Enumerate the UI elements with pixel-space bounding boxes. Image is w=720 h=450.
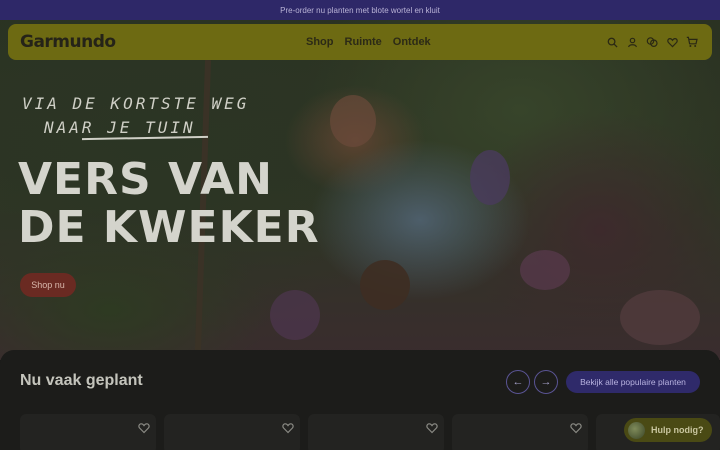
hero-plant-pot: [360, 260, 410, 310]
hero-flower: [520, 250, 570, 290]
main-nav: Shop Ruimte Ontdek: [306, 24, 431, 60]
arrow-right-icon: →: [540, 376, 552, 388]
section-title: Nu vaak geplant: [20, 372, 143, 389]
view-all-popular-button[interactable]: Bekijk alle populaire planten: [566, 371, 700, 393]
avatar: [628, 421, 645, 439]
nav-ontdek[interactable]: Ontdek: [393, 36, 431, 48]
product-card[interactable]: [20, 414, 156, 450]
hero-flower: [620, 290, 700, 345]
hero-flower: [470, 150, 510, 205]
cart-icon[interactable]: [686, 36, 698, 48]
hero-flower: [270, 290, 320, 340]
help-label: Hulp nodig?: [651, 425, 704, 435]
hero-script-line1: VIA DE KORTSTE WEG: [22, 94, 250, 113]
wishlist-icon[interactable]: [282, 422, 294, 434]
logo[interactable]: Garmundo: [20, 32, 116, 52]
hero-person-head: [330, 95, 376, 147]
product-card[interactable]: [452, 414, 588, 450]
wishlist-icon[interactable]: [426, 422, 438, 434]
account-icon[interactable]: [626, 36, 638, 48]
arrow-left-icon: ←: [512, 376, 524, 388]
carousel-prev-button[interactable]: ←: [506, 370, 530, 394]
announcement-text: Pre-order nu planten met blote wortel en…: [280, 5, 440, 15]
popular-products-section: Nu vaak geplant ← → Bekijk alle populair…: [0, 350, 720, 450]
hero-script-line2: NAAR JE TUIN: [44, 118, 196, 137]
nav-ruimte[interactable]: Ruimte: [345, 36, 382, 48]
site-header: Garmundo Shop Ruimte Ontdek: [8, 24, 712, 60]
help-chat-button[interactable]: Hulp nodig?: [624, 418, 712, 442]
carousel-next-button[interactable]: →: [534, 370, 558, 394]
nav-shop[interactable]: Shop: [306, 36, 334, 48]
product-card[interactable]: [308, 414, 444, 450]
announcement-bar[interactable]: Pre-order nu planten met blote wortel en…: [0, 0, 720, 20]
hero-headline-line1: VERS VAN: [18, 154, 273, 205]
wishlist-icon[interactable]: [570, 422, 582, 434]
search-icon[interactable]: [606, 36, 618, 48]
shop-now-button[interactable]: Shop nu: [20, 273, 76, 297]
wishlist-icon[interactable]: [138, 422, 150, 434]
product-card[interactable]: [164, 414, 300, 450]
header-icons: [606, 24, 698, 60]
wishlist-icon[interactable]: [666, 36, 678, 48]
compare-icon[interactable]: [646, 36, 658, 48]
hero-headline-line2: DE KWEKER: [18, 202, 320, 253]
